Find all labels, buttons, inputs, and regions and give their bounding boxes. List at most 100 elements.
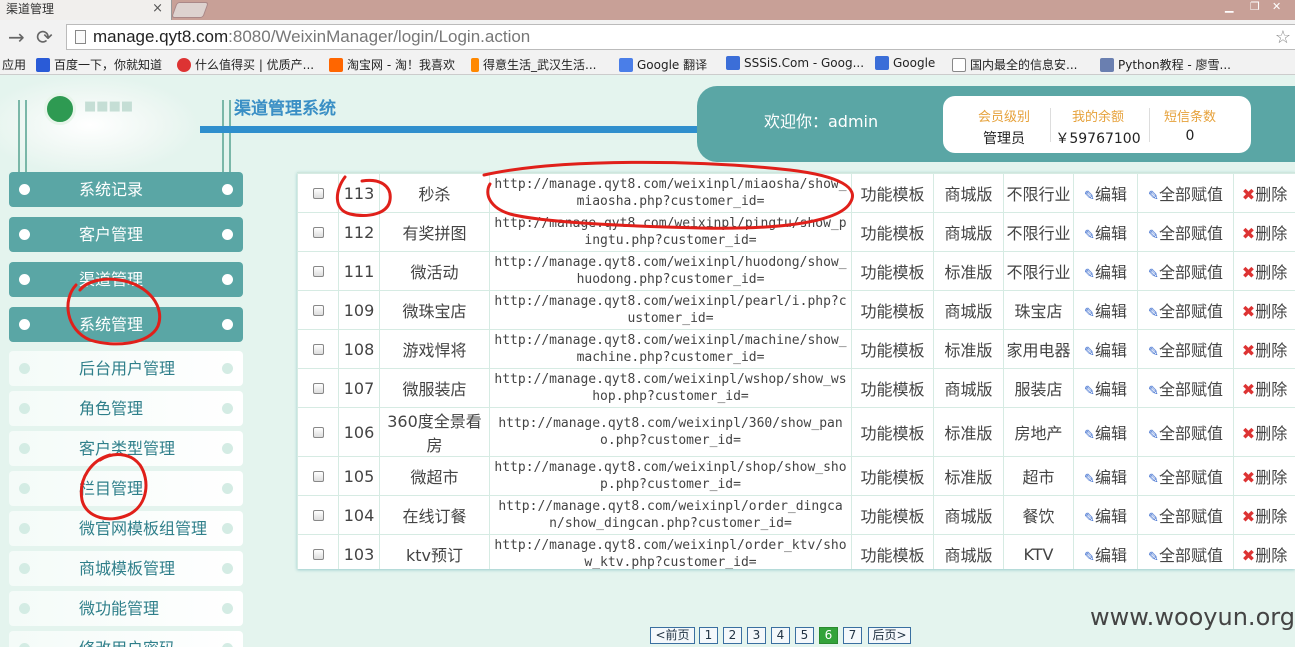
bookmark-google[interactable]: Google	[875, 56, 935, 70]
bookmark-security-info[interactable]: 国内最全的信息安...	[952, 56, 1077, 73]
restore-icon[interactable]: ❐	[1250, 0, 1260, 13]
delete-link[interactable]: ✖删除	[1233, 290, 1295, 330]
page-3-button[interactable]: 3	[747, 627, 766, 644]
row-checkbox-cell[interactable]	[297, 407, 339, 457]
sidebar-item-system-log[interactable]: 系统记录	[9, 172, 243, 207]
cell-id: 108	[338, 329, 380, 369]
assign-all-link[interactable]: ✎全部赋值	[1137, 534, 1234, 569]
bookmark-baidu[interactable]: 百度一下，你就知道	[36, 56, 162, 73]
sidebar-subitem-admin-users[interactable]: 后台用户管理	[9, 351, 243, 386]
sidebar-subitem-change-password[interactable]: 修改用户密码	[9, 631, 243, 647]
page-6-button[interactable]: 6	[819, 627, 838, 644]
row-checkbox[interactable]	[312, 343, 324, 355]
tab-close-icon[interactable]: ×	[152, 0, 163, 18]
delete-x-icon: ✖	[1241, 424, 1256, 443]
sidebar-item-customers[interactable]: 客户管理	[9, 217, 243, 252]
delete-link[interactable]: ✖删除	[1233, 329, 1295, 369]
edit-link[interactable]: ✎编辑	[1073, 368, 1138, 408]
url-port: :8080	[228, 27, 271, 46]
assign-all-link[interactable]: ✎全部赋值	[1137, 173, 1234, 213]
delete-link[interactable]: ✖删除	[1233, 495, 1295, 535]
delete-link[interactable]: ✖删除	[1233, 368, 1295, 408]
row-checkbox-cell[interactable]	[297, 212, 339, 252]
delete-link[interactable]: ✖删除	[1233, 456, 1295, 496]
page-2-button[interactable]: 2	[723, 627, 742, 644]
edit-link[interactable]: ✎编辑	[1073, 456, 1138, 496]
row-checkbox-cell[interactable]	[297, 329, 339, 369]
row-checkbox-cell[interactable]	[297, 368, 339, 408]
delete-link[interactable]: ✖删除	[1233, 251, 1295, 291]
bookmark-python[interactable]: Python教程 - 廖雪...	[1100, 56, 1231, 73]
browser-tab[interactable]: 渠道管理 ×	[0, 0, 172, 20]
bookmark-star-icon[interactable]: ☆	[1275, 25, 1291, 49]
sidebar-subitem-site-templates[interactable]: 微官网模板组管理	[9, 511, 243, 546]
assign-all-link[interactable]: ✎全部赋值	[1137, 212, 1234, 252]
edit-link[interactable]: ✎编辑	[1073, 212, 1138, 252]
cell-name: 在线订餐	[379, 495, 490, 535]
row-checkbox[interactable]	[312, 382, 324, 394]
delete-link[interactable]: ✖删除	[1233, 534, 1295, 569]
delete-link[interactable]: ✖删除	[1233, 173, 1295, 213]
forward-icon[interactable]: →	[8, 25, 25, 49]
row-checkbox[interactable]	[312, 548, 324, 560]
reload-icon[interactable]: ⟳	[36, 25, 53, 49]
assign-all-link[interactable]: ✎全部赋值	[1137, 368, 1234, 408]
delete-link[interactable]: ✖删除	[1233, 407, 1295, 457]
row-checkbox-cell[interactable]	[297, 251, 339, 291]
edit-link[interactable]: ✎编辑	[1073, 290, 1138, 330]
edit-link[interactable]: ✎编辑	[1073, 407, 1138, 457]
row-checkbox-cell[interactable]	[297, 290, 339, 330]
bookmark-sssis[interactable]: SSSiS.Com - Goog...	[726, 56, 864, 70]
sidebar-subitem-mall-templates[interactable]: 商城模板管理	[9, 551, 243, 586]
minimize-icon[interactable]: ▁	[1225, 0, 1233, 13]
window-close-icon[interactable]: ✕	[1272, 0, 1281, 13]
bookmark-taobao[interactable]: 淘宝网 - 淘！我喜欢	[329, 56, 455, 73]
assign-all-link[interactable]: ✎全部赋值	[1137, 495, 1234, 535]
row-checkbox-cell[interactable]	[297, 534, 339, 569]
row-checkbox-cell[interactable]	[297, 495, 339, 535]
bookmark-deyi[interactable]: 得意生活_武汉生活...	[471, 56, 596, 73]
prev-page-button[interactable]: <前页	[650, 627, 695, 644]
bookmark-smzdm[interactable]: 什么值得买 | 优质产...	[177, 56, 314, 73]
edit-link[interactable]: ✎编辑	[1073, 329, 1138, 369]
sidebar-item-channels[interactable]: 渠道管理	[9, 262, 243, 297]
row-checkbox[interactable]	[312, 226, 324, 238]
bookmark-google-translate[interactable]: Google 翻译	[619, 56, 707, 73]
next-page-button[interactable]: 后页>	[868, 627, 911, 644]
new-tab-button[interactable]	[171, 2, 209, 18]
edit-link[interactable]: ✎编辑	[1073, 534, 1138, 569]
assign-all-link[interactable]: ✎全部赋值	[1137, 251, 1234, 291]
row-checkbox[interactable]	[312, 470, 324, 482]
assign-all-link[interactable]: ✎全部赋值	[1137, 456, 1234, 496]
assign-all-link[interactable]: ✎全部赋值	[1137, 290, 1234, 330]
edit-link[interactable]: ✎编辑	[1073, 251, 1138, 291]
sidebar-subitem-columns[interactable]: 栏目管理	[9, 471, 243, 506]
assign-label: 全部赋值	[1158, 302, 1223, 321]
sidebar-item-system[interactable]: 系统管理	[9, 307, 243, 342]
delete-link[interactable]: ✖删除	[1233, 212, 1295, 252]
row-checkbox-cell[interactable]	[297, 173, 339, 213]
address-bar[interactable]: manage.qyt8.com:8080/WeixinManager/login…	[66, 24, 1295, 50]
assign-all-link[interactable]: ✎全部赋值	[1137, 329, 1234, 369]
bookmark-apps[interactable]: 应用	[2, 56, 26, 73]
page-1-button[interactable]: 1	[699, 627, 718, 644]
row-checkbox[interactable]	[312, 426, 324, 438]
assign-all-link[interactable]: ✎全部赋值	[1137, 407, 1234, 457]
cell-type: 功能模板	[851, 290, 934, 330]
row-checkbox[interactable]	[312, 304, 324, 316]
page-5-button[interactable]: 5	[795, 627, 814, 644]
delete-x-icon: ✖	[1241, 341, 1256, 360]
sidebar-subitem-micro-functions[interactable]: 微功能管理	[9, 591, 243, 626]
row-checkbox[interactable]	[312, 265, 324, 277]
row-checkbox[interactable]	[312, 187, 324, 199]
row-checkbox-cell[interactable]	[297, 456, 339, 496]
row-checkbox[interactable]	[312, 509, 324, 521]
sidebar-subitem-roles[interactable]: 角色管理	[9, 391, 243, 426]
edit-link[interactable]: ✎编辑	[1073, 495, 1138, 535]
sidebar-subitem-customer-types[interactable]: 客户类型管理	[9, 431, 243, 466]
edit-link[interactable]: ✎编辑	[1073, 173, 1138, 213]
divider	[222, 100, 224, 172]
page-4-button[interactable]: 4	[771, 627, 790, 644]
page-7-button[interactable]: 7	[843, 627, 862, 644]
pencil-icon: ✎	[1148, 384, 1159, 399]
